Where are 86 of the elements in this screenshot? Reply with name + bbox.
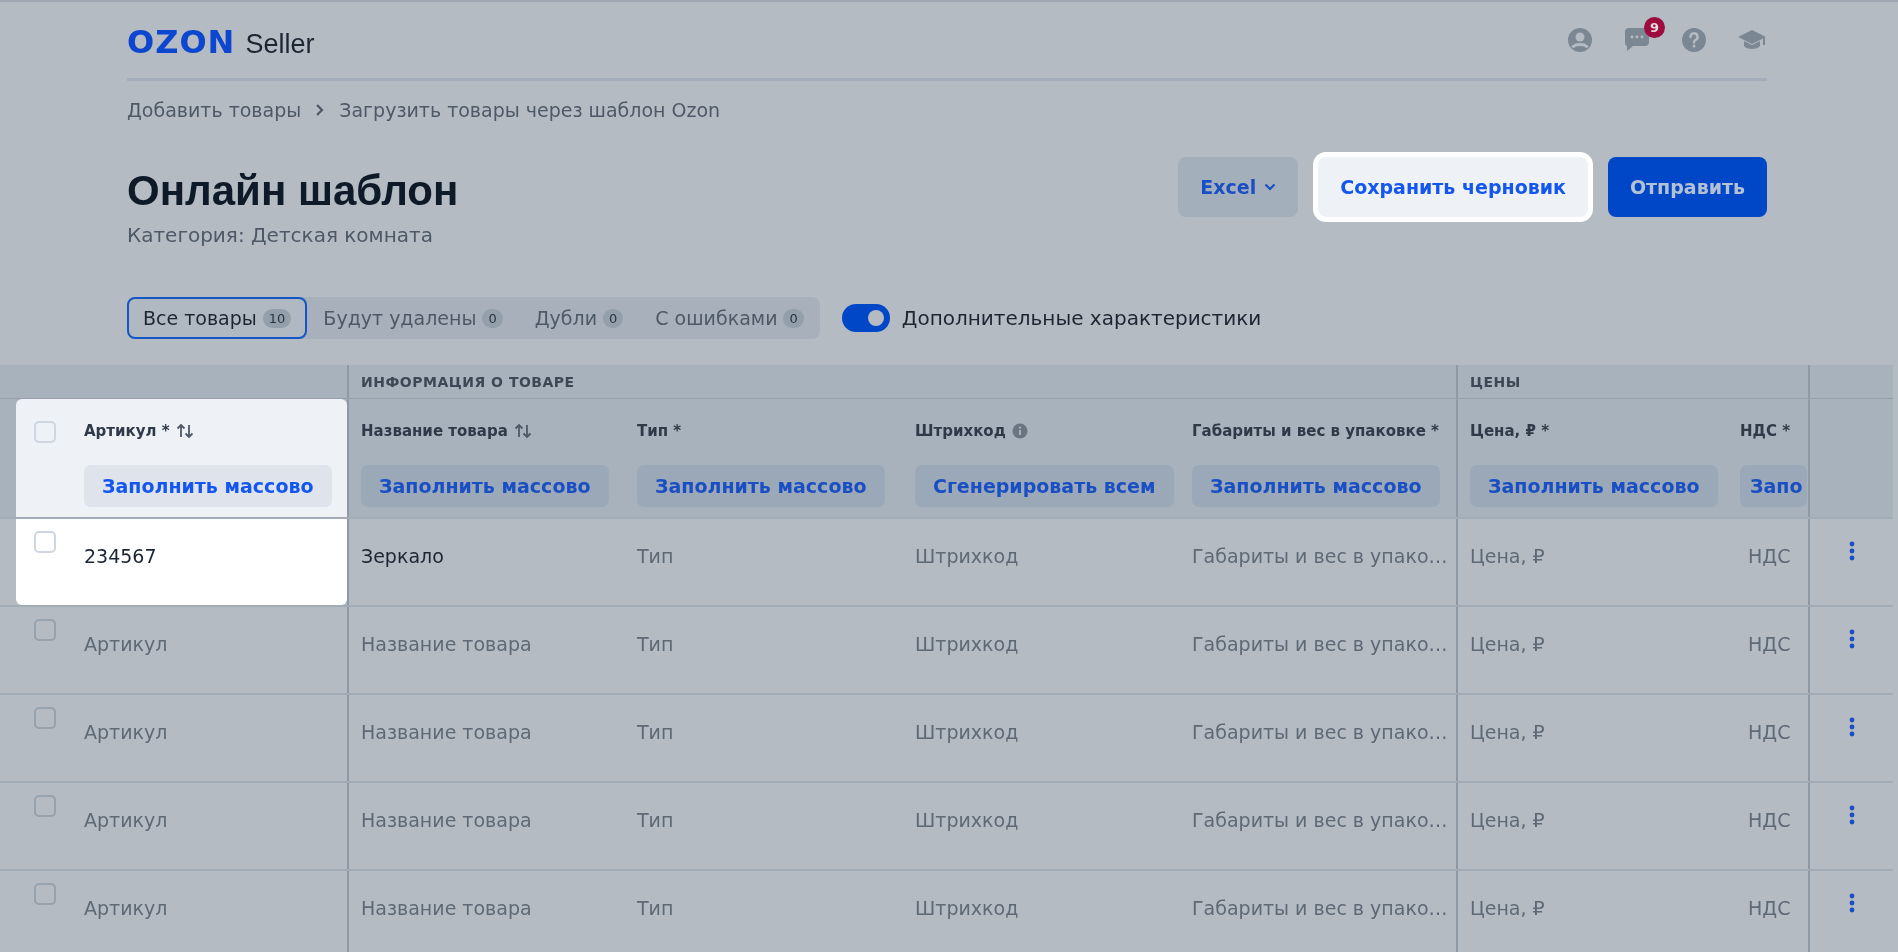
chat-icon[interactable] xyxy=(1623,27,1651,53)
toggle-label: Дополнительные характеристики xyxy=(901,306,1262,330)
table-cell[interactable]: Габариты и вес в упако… xyxy=(1192,545,1448,567)
bulk-fill-button[interactable]: Заполнить массово xyxy=(637,465,885,507)
column-header: Штрихкод xyxy=(915,422,1006,440)
column-header: Название товара xyxy=(361,422,508,440)
bulk-fill-button[interactable]: Запо xyxy=(1740,465,1807,507)
filter-tab[interactable]: Все товары 10 xyxy=(127,297,308,339)
column-header: Тип * xyxy=(637,422,682,440)
table-cell[interactable]: Тип xyxy=(637,633,674,655)
table-cell[interactable]: Штрихкод xyxy=(915,809,1019,831)
table-cell[interactable]: Название товара xyxy=(361,633,532,655)
more-options-icon[interactable] xyxy=(1848,629,1855,649)
table-cell[interactable]: Штрихкод xyxy=(915,721,1019,743)
table-cell[interactable]: 234567 xyxy=(84,545,157,567)
table-cell[interactable]: Артикул xyxy=(84,897,168,919)
table-cell[interactable]: Название товара xyxy=(361,809,532,831)
bulk-fill-button[interactable]: Сгенерировать всем xyxy=(915,465,1174,507)
bulk-fill-button[interactable]: Заполнить массово xyxy=(1192,465,1440,507)
submit-button[interactable]: Отправить xyxy=(1607,157,1767,217)
more-options-icon[interactable] xyxy=(1848,717,1855,737)
table-cell[interactable]: Тип xyxy=(637,545,674,567)
table-cell[interactable]: Тип xyxy=(637,721,674,743)
bulk-fill-button[interactable]: Заполнить массово xyxy=(84,465,332,507)
caret-icon xyxy=(1264,183,1277,191)
more-options-icon[interactable] xyxy=(1848,893,1855,913)
category-label: Категория: Детская комната xyxy=(127,223,434,247)
filter-tab[interactable]: Будут удалены 0 xyxy=(307,297,519,339)
table-cell[interactable]: Штрихкод xyxy=(915,545,1019,567)
table-cell[interactable]: Цена, ₽ xyxy=(1470,545,1545,567)
toggle-switch[interactable] xyxy=(841,304,890,332)
table-cell[interactable]: НДС xyxy=(1748,897,1791,919)
table-cell[interactable]: Цена, ₽ xyxy=(1470,721,1545,743)
sort-icon[interactable] xyxy=(513,423,532,439)
row-checkbox[interactable] xyxy=(34,883,56,905)
column-group-header: ИНФОРМАЦИЯ О ТОВАРЕ xyxy=(361,373,575,390)
page-title: Онлайн шаблон xyxy=(127,167,459,215)
help-icon[interactable] xyxy=(1681,27,1707,53)
table-cell[interactable]: Тип xyxy=(637,809,674,831)
row-checkbox[interactable] xyxy=(34,619,56,641)
bulk-fill-button[interactable]: Заполнить массово xyxy=(361,465,609,507)
table-cell[interactable]: Артикул xyxy=(84,809,168,831)
ozon-logo[interactable]: OZON xyxy=(127,23,236,61)
select-all-checkbox[interactable] xyxy=(34,421,56,443)
table-cell[interactable]: Название товара xyxy=(361,721,532,743)
breadcrumb-link[interactable]: Добавить товары xyxy=(127,99,302,121)
row-checkbox[interactable] xyxy=(34,795,56,817)
table-cell[interactable]: Артикул xyxy=(84,721,168,743)
table-cell[interactable]: Габариты и вес в упако… xyxy=(1192,897,1448,919)
filter-tab[interactable]: С ошибками 0 xyxy=(639,297,820,339)
column-header: Габариты и вес в упаковке * xyxy=(1192,422,1439,440)
notification-badge: 9 xyxy=(1644,17,1665,38)
table-cell[interactable]: Штрихкод xyxy=(915,633,1019,655)
info-icon[interactable] xyxy=(1011,423,1028,439)
column-header: Артикул * xyxy=(84,422,170,440)
more-options-icon[interactable] xyxy=(1848,805,1855,825)
profile-icon[interactable] xyxy=(1567,27,1593,53)
table-cell[interactable]: НДС xyxy=(1748,809,1791,831)
table-cell[interactable]: Артикул xyxy=(84,633,168,655)
row-checkbox[interactable] xyxy=(34,707,56,729)
table-cell[interactable]: Цена, ₽ xyxy=(1470,809,1545,831)
bulk-fill-button[interactable]: Заполнить массово xyxy=(1470,465,1718,507)
filter-tab[interactable]: Дубли 0 xyxy=(518,297,640,339)
table-cell[interactable]: НДС xyxy=(1748,545,1791,567)
chevron-right-icon xyxy=(315,103,326,117)
table-cell[interactable]: Габариты и вес в упако… xyxy=(1192,721,1448,743)
graduation-cap-icon[interactable] xyxy=(1737,28,1767,52)
sort-icon[interactable] xyxy=(175,423,194,439)
table-cell[interactable]: НДС xyxy=(1748,721,1791,743)
row-checkbox[interactable] xyxy=(34,531,56,553)
table-cell[interactable]: НДС xyxy=(1748,633,1791,655)
table-cell[interactable]: Габариты и вес в упако… xyxy=(1192,809,1448,831)
breadcrumb-link[interactable]: Загрузить товары через шаблон Ozon xyxy=(339,99,721,121)
column-header: Цена, ₽ * xyxy=(1470,422,1549,440)
table-cell[interactable]: Зеркало xyxy=(361,545,444,567)
logo-subtitle: Seller xyxy=(245,29,315,60)
column-group-header: ЦЕНЫ xyxy=(1470,373,1521,390)
table-cell[interactable]: Цена, ₽ xyxy=(1470,633,1545,655)
column-header: НДС * xyxy=(1740,422,1790,440)
table-cell[interactable]: Цена, ₽ xyxy=(1470,897,1545,919)
more-options-icon[interactable] xyxy=(1848,541,1855,561)
table-cell[interactable]: Тип xyxy=(637,897,674,919)
export-dropdown[interactable]: Excel xyxy=(1178,157,1299,217)
table-cell[interactable]: Габариты и вес в упако… xyxy=(1192,633,1448,655)
table-cell[interactable]: Название товара xyxy=(361,897,532,919)
table-cell[interactable]: Штрихкод xyxy=(915,897,1019,919)
